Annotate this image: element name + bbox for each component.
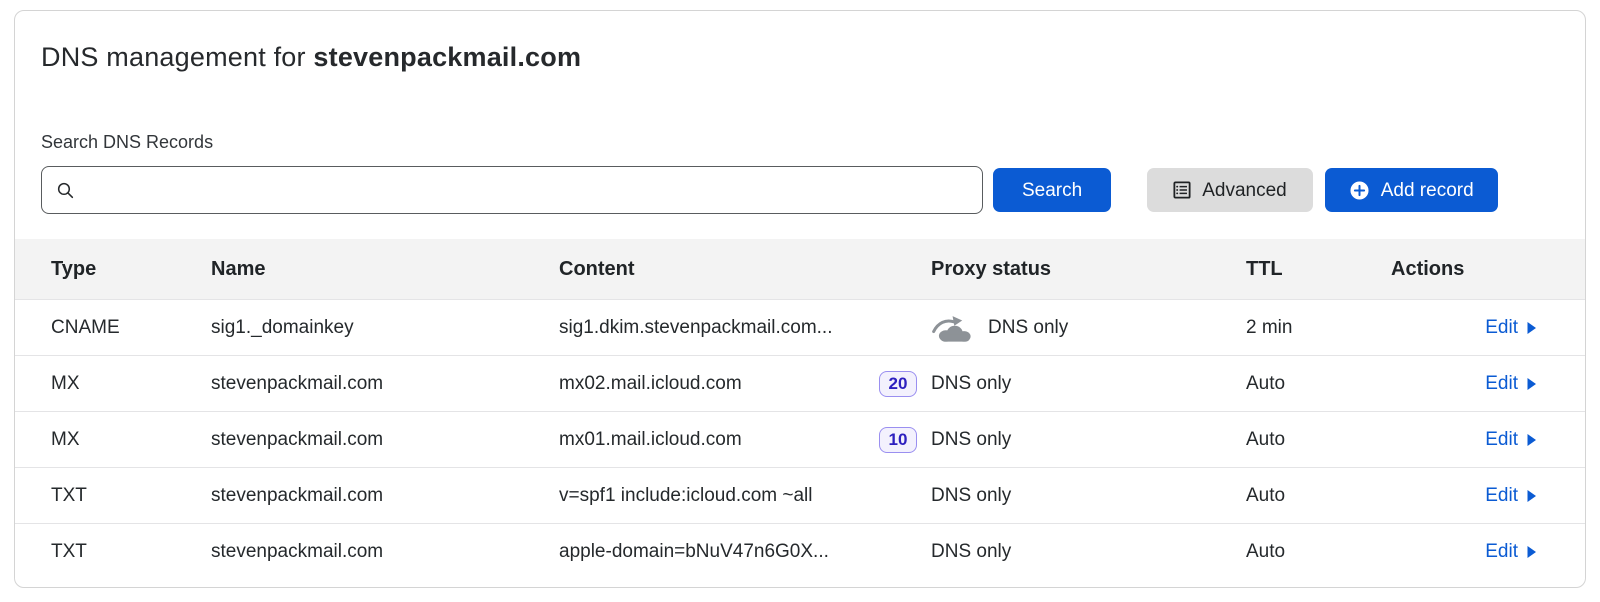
cell-ttl: 2 min [1246,317,1391,339]
advanced-list-icon [1173,181,1191,199]
cell-name: stevenpackmail.com [211,429,559,451]
cell-content: mx02.mail.icloud.com 20 [559,371,931,397]
plus-circle-icon [1349,180,1370,201]
table-row: MX stevenpackmail.com mx02.mail.icloud.c… [15,355,1585,411]
proxy-status-label: DNS only [988,317,1068,339]
cell-actions: Edit [1391,485,1549,507]
header-content: Content [559,258,931,281]
search-label: Search DNS Records [41,131,1559,153]
search-input-wrapper [41,166,983,214]
table-row: CNAME sig1._domainkey sig1.dkim.stevenpa… [15,299,1585,355]
page-title-domain: stevenpackmail.com [313,42,581,72]
cell-proxy-status: DNS only [931,541,1246,563]
search-icon [56,181,75,200]
mx-priority-badge: 20 [879,371,917,397]
edit-caret-icon [1526,321,1537,335]
table-row: MX stevenpackmail.com mx01.mail.icloud.c… [15,411,1585,467]
cell-type: TXT [51,541,211,563]
edit-link[interactable]: Edit [1485,429,1537,451]
edit-caret-icon [1526,545,1537,559]
page-title: DNS management for stevenpackmail.com [41,37,1559,77]
dns-only-cloud-icon [931,313,975,343]
edit-link[interactable]: Edit [1485,541,1537,563]
advanced-button[interactable]: Advanced [1147,168,1313,212]
cell-name: sig1._domainkey [211,317,559,339]
advanced-button-label: Advanced [1202,181,1287,200]
search-input[interactable] [85,167,968,213]
cell-actions: Edit [1391,373,1549,395]
header-ttl: TTL [1246,258,1391,281]
proxy-status-label: DNS only [931,485,1011,507]
search-button[interactable]: Search [993,168,1111,212]
cell-content: apple-domain=bNuV47n6G0X... [559,541,931,563]
add-record-button[interactable]: Add record [1325,168,1498,212]
edit-caret-icon [1526,433,1537,447]
cell-name: stevenpackmail.com [211,373,559,395]
edit-caret-icon [1526,377,1537,391]
cell-content: sig1.dkim.stevenpackmail.com... [559,317,931,339]
cell-proxy-status: DNS only [931,485,1246,507]
cell-proxy-status: DNS only [931,373,1246,395]
mx-priority-badge: 10 [879,427,917,453]
cell-proxy-status: DNS only [931,313,1246,343]
dns-management-card: DNS management for stevenpackmail.com Se… [14,10,1586,588]
dns-records-table: Type Name Content Proxy status TTL Actio… [15,239,1585,579]
cell-ttl: Auto [1246,485,1391,507]
edit-link[interactable]: Edit [1485,485,1537,507]
proxy-status-label: DNS only [931,429,1011,451]
edit-caret-icon [1526,489,1537,503]
cell-ttl: Auto [1246,541,1391,563]
header-name: Name [211,258,559,281]
cell-content: mx01.mail.icloud.com 10 [559,427,931,453]
cell-actions: Edit [1391,429,1549,451]
cell-ttl: Auto [1246,429,1391,451]
cell-content: v=spf1 include:icloud.com ~all [559,485,931,507]
edit-link[interactable]: Edit [1485,317,1537,339]
header-actions: Actions [1391,258,1549,281]
cell-actions: Edit [1391,317,1549,339]
cell-ttl: Auto [1246,373,1391,395]
proxy-status-label: DNS only [931,373,1011,395]
add-record-button-label: Add record [1381,181,1474,200]
cell-type: MX [51,373,211,395]
search-toolbar: Search Advanced Add record [41,165,1559,215]
table-row: TXT stevenpackmail.com v=spf1 include:ic… [15,467,1585,523]
cell-name: stevenpackmail.com [211,541,559,563]
cell-name: stevenpackmail.com [211,485,559,507]
cell-type: TXT [51,485,211,507]
cell-type: MX [51,429,211,451]
header-type: Type [51,258,211,281]
cell-type: CNAME [51,317,211,339]
cell-proxy-status: DNS only [931,429,1246,451]
proxy-status-label: DNS only [931,541,1011,563]
page-title-prefix: DNS management for [41,42,313,72]
table-header-row: Type Name Content Proxy status TTL Actio… [15,239,1585,299]
edit-link[interactable]: Edit [1485,373,1537,395]
cell-actions: Edit [1391,541,1549,563]
table-row: TXT stevenpackmail.com apple-domain=bNuV… [15,523,1585,579]
header-proxy-status: Proxy status [931,258,1246,281]
